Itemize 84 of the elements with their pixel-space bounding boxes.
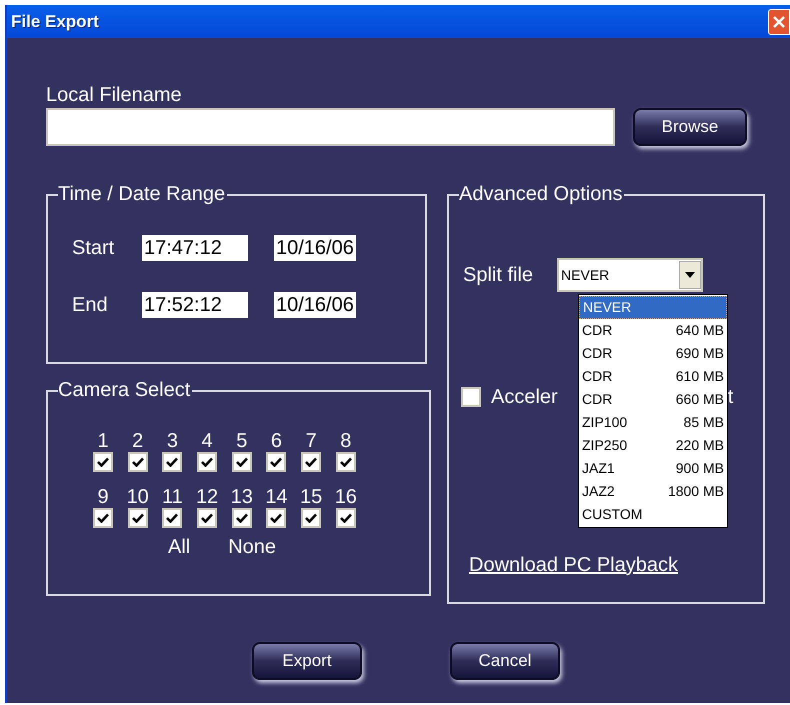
dropdown-button[interactable] <box>679 261 702 289</box>
checkmark-icon <box>166 457 178 467</box>
camera-checkbox[interactable] <box>232 508 252 528</box>
camera-checkbox[interactable] <box>128 452 148 472</box>
camera-checkbox[interactable] <box>93 508 113 528</box>
download-link[interactable]: Download PC Playback <box>469 550 678 580</box>
camera-number: 9 <box>96 486 110 508</box>
checkmark-icon <box>236 513 248 523</box>
camera-checkbox[interactable] <box>336 452 356 472</box>
checkmark-icon <box>166 513 178 523</box>
dropdown-option[interactable]: ZIP100 85 MB <box>579 411 727 434</box>
dropdown-option[interactable]: JAZ2 1800 MB <box>579 480 727 503</box>
camera-number: 16 <box>334 486 358 508</box>
browse-button[interactable]: Browse <box>633 108 747 146</box>
camera-checkbox[interactable] <box>197 452 218 472</box>
camera-number: 12 <box>194 486 220 508</box>
date-field[interactable]: 10/16/06 <box>274 235 356 261</box>
caret-icon <box>685 272 696 278</box>
time-field[interactable]: 17:47:12 <box>142 235 248 261</box>
camera-number: 3 <box>166 430 179 452</box>
camera-number: 7 <box>304 430 318 452</box>
dropdown-option[interactable]: CUSTOM <box>579 503 727 526</box>
camera-number: 14 <box>264 486 289 508</box>
dropdown-option[interactable]: NEVER <box>579 296 727 319</box>
checkmark-icon <box>201 513 214 523</box>
dropdown-option[interactable]: CDR 690 MB <box>579 342 727 365</box>
camera-checkbox[interactable] <box>301 452 322 472</box>
camera-checkbox[interactable] <box>266 508 286 528</box>
group-title: Time / Date Range <box>58 183 228 205</box>
row-label: Start <box>72 236 116 261</box>
checkbox[interactable] <box>461 387 481 407</box>
checkbox-label: Acceler <box>491 385 558 410</box>
checkmark-icon <box>270 457 282 467</box>
camera-checkbox[interactable] <box>162 508 182 528</box>
dialog-button[interactable]: Cancel <box>450 642 560 680</box>
checkmark-icon <box>236 457 248 467</box>
camera-number: 8 <box>339 430 352 452</box>
camera-checkbox[interactable] <box>336 508 356 528</box>
camera-checkbox[interactable] <box>162 452 182 472</box>
dropdown-option[interactable]: JAZ1 900 MB <box>579 457 727 480</box>
field-label: Split file <box>463 263 534 288</box>
camera-number: 5 <box>235 430 248 452</box>
camera-number: 10 <box>126 486 150 508</box>
camera-checkbox[interactable] <box>266 452 286 472</box>
dropdown-option[interactable]: ZIP250 220 MB <box>579 434 727 457</box>
filename-field[interactable] <box>46 108 615 146</box>
date-field[interactable]: 10/16/06 <box>274 292 356 318</box>
time-field[interactable]: 17:52:12 <box>142 292 248 318</box>
camera-checkbox[interactable] <box>128 508 148 528</box>
camera-number: 1 <box>96 430 110 452</box>
camera-checkbox[interactable] <box>93 452 113 472</box>
checkmark-icon <box>132 513 144 523</box>
checkmark-icon <box>340 513 352 523</box>
camera-number: 4 <box>200 430 214 452</box>
split-dropdown[interactable]: NEVER <box>557 258 704 292</box>
group-title: Advanced Options <box>459 183 624 205</box>
checkmark-icon <box>340 457 352 467</box>
window-title: File Export <box>11 10 99 33</box>
dialog-button[interactable]: Export <box>252 642 362 680</box>
dropdown-option[interactable]: CDR 610 MB <box>579 365 727 388</box>
checkbox-label: t <box>728 385 734 410</box>
camera-number: 15 <box>299 486 324 508</box>
close-button[interactable] <box>768 8 790 34</box>
camera-number: 13 <box>230 486 254 508</box>
dropdown-option[interactable]: CDR 660 MB <box>579 388 727 411</box>
checkmark-icon <box>305 457 318 467</box>
camera-number: 11 <box>160 486 184 508</box>
close-icon <box>772 14 786 28</box>
dropdown-option[interactable]: CDR 640 MB <box>579 319 727 342</box>
camera-number: 2 <box>131 430 144 452</box>
checkmark-icon <box>270 513 282 523</box>
camera-checkbox[interactable] <box>197 508 218 528</box>
select-all-link[interactable]: All <box>168 532 190 562</box>
camera-checkbox[interactable] <box>301 508 322 528</box>
checkmark-icon <box>305 513 318 523</box>
checkmark-icon <box>132 457 144 467</box>
checkmark-icon <box>97 457 109 467</box>
camera-checkbox[interactable] <box>232 452 252 472</box>
checkmark-icon <box>97 513 109 523</box>
select-none-link[interactable]: None <box>228 532 276 562</box>
camera-number: 6 <box>270 430 283 452</box>
field-label: Local Filename <box>46 83 183 107</box>
checkmark-icon <box>201 457 214 467</box>
row-label: End <box>72 293 109 318</box>
